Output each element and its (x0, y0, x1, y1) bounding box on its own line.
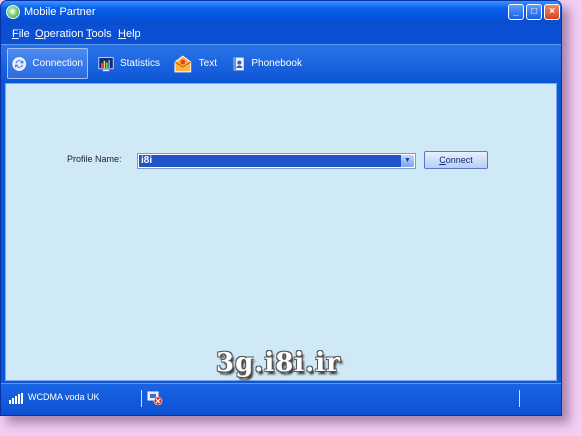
title-bar[interactable]: e Mobile Partner _ □ × (1, 1, 561, 25)
menu-operation[interactable]: Operation (35, 28, 83, 40)
menu-help[interactable]: Help (118, 28, 141, 40)
status-divider (141, 390, 142, 407)
profile-name-label: Profile Name: (67, 154, 122, 164)
tab-phonebook-label: Phonebook (251, 58, 302, 69)
connect-button[interactable]: Connect (424, 151, 488, 169)
tab-phonebook[interactable]: Phonebook (228, 48, 306, 79)
app-logo-icon[interactable]: e (6, 5, 20, 19)
window-title: Mobile Partner (24, 6, 96, 18)
tab-text-label: Text (198, 58, 217, 69)
text-message-icon (174, 55, 192, 72)
tab-text[interactable]: Text (169, 48, 221, 79)
tab-connection-label: Connection (32, 58, 83, 69)
phonebook-icon (233, 57, 244, 70)
tab-connection[interactable]: Connection (7, 48, 88, 79)
operator-name: voda UK (65, 392, 100, 402)
toolbar: Connection Statistics Text Phonebook (1, 44, 561, 81)
status-divider-right (519, 390, 520, 407)
chevron-down-icon[interactable]: ▼ (401, 155, 414, 167)
connection-icon (12, 56, 27, 71)
maximize-button[interactable]: □ (526, 4, 542, 20)
watermark-text: 3g.i8i.ir (216, 348, 341, 378)
menu-bar: File Operation Tools Help (1, 25, 561, 44)
signal-strength-icon (9, 393, 23, 404)
menu-file[interactable]: File (12, 28, 30, 40)
tab-statistics-label: Statistics (119, 58, 160, 69)
app-window: e Mobile Partner _ □ × File Operation To… (0, 0, 562, 416)
close-button[interactable]: × (544, 4, 560, 20)
disconnected-icon (147, 391, 163, 405)
minimize-button[interactable]: _ (508, 4, 524, 20)
connection-panel: Profile Name: i8i ▼ Connect 3g.i8i.ir (5, 83, 557, 381)
profile-name-value: i8i (139, 155, 401, 167)
network-type: WCDMA (28, 392, 63, 402)
statistics-icon (98, 56, 114, 71)
profile-name-select[interactable]: i8i ▼ (137, 153, 416, 169)
menu-tools[interactable]: Tools (86, 28, 112, 40)
status-bar: WCDMA voda UK (1, 383, 561, 415)
tab-statistics[interactable]: Statistics (94, 48, 164, 79)
